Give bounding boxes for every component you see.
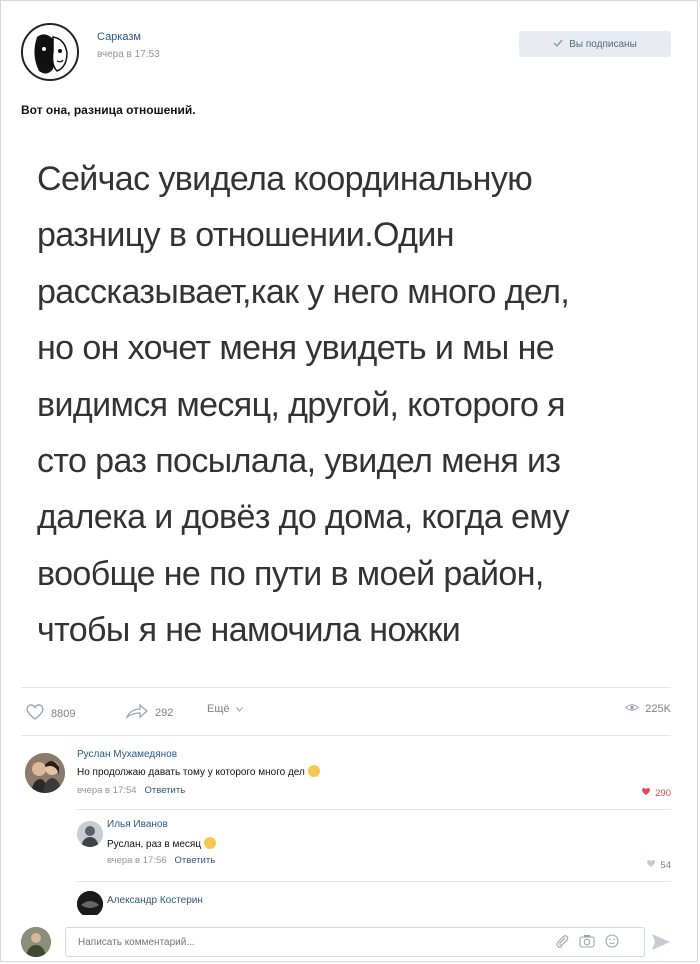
commenter-avatar[interactable] [77, 891, 103, 915]
like-count: 8809 [51, 707, 76, 720]
actions-divider [21, 687, 671, 688]
comment-like-button[interactable]: 290 [641, 787, 671, 799]
like-button[interactable]: 8809 [25, 703, 75, 724]
comment-item: Александр Костерин [77, 887, 671, 915]
comment-meta: вчера в 17:54 Ответить [77, 785, 185, 796]
commenter-avatar[interactable] [77, 821, 103, 847]
comment-text: Руслан, раз в месяц [107, 837, 217, 850]
share-count: 292 [155, 706, 174, 719]
compose-icons [555, 934, 619, 953]
comment-author-link[interactable]: Руслан Мухамедянов [77, 749, 177, 760]
post-timestamp[interactable]: вчера в 17:53 [97, 49, 160, 60]
check-icon [553, 39, 563, 50]
eye-icon [625, 703, 640, 715]
current-user-avatar[interactable] [21, 927, 51, 957]
commenter-avatar[interactable] [25, 753, 65, 793]
chevron-down-icon [235, 703, 243, 715]
post-header: Сарказм вчера в 17:53 Вы подписаны [21, 23, 671, 83]
send-arrow-icon [651, 934, 671, 955]
comment-divider [77, 809, 671, 810]
group-name-link[interactable]: Сарказм [97, 31, 141, 43]
send-button[interactable] [651, 933, 671, 956]
reply-button[interactable]: Ответить [145, 785, 186, 796]
comments-divider [21, 735, 671, 736]
post-card: Сарказм вчера в 17:53 Вы подписаны Вот о… [0, 0, 698, 962]
comment-like-count: 290 [655, 787, 671, 799]
share-button[interactable]: 292 [125, 703, 173, 722]
comment-author-link[interactable]: Александр Костерин [107, 895, 203, 906]
comment-item: Илья Иванов Руслан, раз в месяц вчера в … [77, 815, 671, 875]
views-counter: 225K [625, 703, 671, 715]
camera-icon[interactable] [579, 934, 595, 953]
comment-like-count: 54 [660, 859, 671, 871]
comment-compose-bar [21, 921, 671, 961]
comment-like-button[interactable]: 54 [646, 859, 671, 871]
more-label: Ещё [207, 703, 230, 715]
heart-filled-icon [641, 787, 651, 799]
heart-icon [646, 859, 656, 871]
post-actions: 8809 292 Ещё 225K [25, 701, 671, 725]
subscribed-label: Вы подписаны [569, 38, 637, 50]
comment-timestamp[interactable]: вчера в 17:54 [77, 785, 137, 796]
more-button[interactable]: Ещё [207, 703, 243, 715]
smiley-icon[interactable] [605, 934, 619, 953]
comment-author-link[interactable]: Илья Иванов [107, 819, 168, 830]
paperclip-icon[interactable] [555, 934, 569, 953]
comment-text-content: Руслан, раз в месяц [107, 839, 202, 850]
comment-text: Но продолжаю давать тому у которого мног… [77, 765, 320, 778]
comment-text-content: Но продолжаю давать тому у которого мног… [77, 767, 305, 778]
post-body-text: Сейчас увидела координальную разницу в о… [37, 160, 570, 650]
subscribed-button[interactable]: Вы подписаны [519, 31, 671, 57]
group-avatar[interactable] [21, 23, 79, 81]
share-arrow-icon [125, 703, 149, 722]
heart-icon [25, 703, 45, 724]
comment-meta: вчера в 17:56 Ответить [107, 855, 215, 866]
grin-emoji-icon [204, 837, 217, 849]
comment-timestamp[interactable]: вчера в 17:56 [107, 855, 167, 866]
views-count: 225K [645, 703, 671, 715]
comment-divider [77, 881, 671, 882]
laugh-cry-emoji-icon [307, 765, 320, 777]
post-caption: Вот она, разница отношений. [21, 103, 196, 117]
reply-button[interactable]: Ответить [175, 855, 216, 866]
comment-item: Руслан Мухамедянов Но продолжаю давать т… [25, 745, 671, 805]
